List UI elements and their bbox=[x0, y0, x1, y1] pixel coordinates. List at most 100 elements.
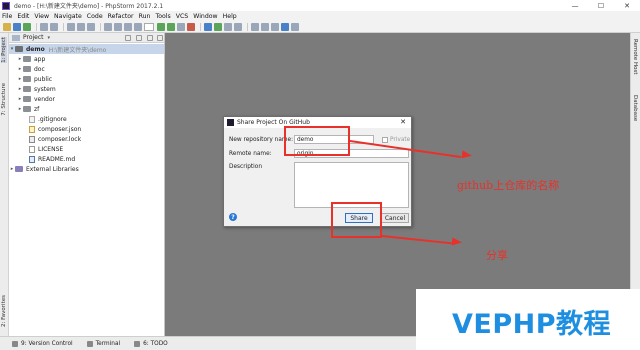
folder-label: vendor bbox=[34, 95, 55, 103]
cancel-button[interactable]: Cancel bbox=[381, 213, 409, 223]
toolbar-divider bbox=[100, 22, 101, 31]
sync-icon[interactable] bbox=[23, 22, 31, 31]
help-icon[interactable] bbox=[291, 22, 299, 31]
menu-refactor[interactable]: Refactor bbox=[108, 13, 134, 20]
terminal-tab[interactable]: Terminal bbox=[86, 340, 121, 347]
vcs-history-icon[interactable] bbox=[224, 22, 232, 31]
tree-external-libraries[interactable]: ▸ External Libraries bbox=[9, 164, 79, 174]
close-window-button[interactable]: ✕ bbox=[614, 0, 640, 11]
tree-folder-doc[interactable]: ▸ doc bbox=[17, 64, 45, 74]
maximize-button[interactable]: ☐ bbox=[588, 0, 614, 11]
tree-root[interactable]: ▾ demo H:\新建文件夹\demo bbox=[9, 44, 164, 54]
forward-arrow-icon[interactable] bbox=[50, 22, 58, 31]
vcs-revert-icon[interactable] bbox=[234, 22, 242, 31]
project-path: H:\新建文件夹\demo bbox=[48, 46, 107, 54]
menu-help[interactable]: Help bbox=[223, 13, 237, 20]
tab-remote-host[interactable]: Remote Host bbox=[632, 39, 638, 75]
folder-icon bbox=[23, 96, 31, 102]
phpstorm-logo-icon bbox=[227, 119, 234, 126]
tree-folder-vendor[interactable]: ▸ vendor bbox=[17, 94, 55, 104]
vcs-commit-icon[interactable] bbox=[214, 22, 222, 31]
settings-icon[interactable] bbox=[251, 22, 259, 31]
minimize-button[interactable]: — bbox=[562, 0, 588, 11]
open-folder-icon[interactable] bbox=[3, 22, 11, 31]
arrowhead-icon bbox=[461, 150, 473, 160]
description-label: Description bbox=[229, 164, 263, 170]
gear-icon[interactable] bbox=[147, 35, 153, 41]
debug-icon[interactable] bbox=[167, 22, 175, 31]
todo-tab[interactable]: 6: TODO bbox=[134, 340, 168, 347]
menu-code[interactable]: Code bbox=[87, 13, 103, 20]
menu-view[interactable]: View bbox=[34, 13, 49, 20]
toolbar-divider bbox=[247, 22, 248, 31]
help-icon[interactable]: ? bbox=[229, 213, 237, 221]
menu-window[interactable]: Window bbox=[193, 13, 217, 20]
file-icon bbox=[29, 115, 35, 123]
tree-file-license[interactable]: LICENSE bbox=[29, 144, 63, 154]
library-icon bbox=[15, 166, 23, 172]
menu-vcs[interactable]: VCS bbox=[176, 13, 188, 20]
menu-run[interactable]: Run bbox=[139, 13, 151, 20]
tab-favorites[interactable]: 2: Favorites bbox=[1, 295, 7, 327]
file-label: LICENSE bbox=[38, 145, 64, 153]
project-view-label[interactable]: Project bbox=[23, 34, 44, 41]
tree-folder-app[interactable]: ▸ app bbox=[17, 54, 46, 64]
tab-project[interactable]: 1: Project bbox=[1, 37, 7, 63]
file-label: composer.json bbox=[38, 125, 82, 133]
menu-navigate[interactable]: Navigate bbox=[54, 13, 82, 20]
sync-panel-icon[interactable] bbox=[125, 35, 131, 41]
tab-database[interactable]: Database bbox=[632, 95, 638, 121]
dialog-title: Share Project On GitHub bbox=[237, 119, 310, 126]
nav-forward-icon[interactable] bbox=[134, 22, 142, 31]
lock-file-icon bbox=[29, 135, 35, 143]
json-file-icon bbox=[29, 125, 35, 133]
coverage-icon[interactable] bbox=[177, 22, 185, 31]
back-arrow-icon[interactable] bbox=[40, 22, 48, 31]
chevron-down-icon[interactable]: ▾ bbox=[48, 35, 51, 41]
cut-icon[interactable] bbox=[67, 22, 75, 31]
run-icon[interactable] bbox=[157, 22, 165, 31]
menu-edit[interactable]: Edit bbox=[17, 13, 29, 20]
project-structure-icon[interactable] bbox=[261, 22, 269, 31]
tree-folder-system[interactable]: ▸ system bbox=[17, 84, 56, 94]
folder-icon bbox=[15, 46, 23, 52]
tree-file-gitignore[interactable]: .gitignore bbox=[29, 114, 67, 124]
tree-folder-public[interactable]: ▸ public bbox=[17, 74, 52, 84]
tree-file-composer-lock[interactable]: composer.lock bbox=[29, 134, 81, 144]
tree-folder-zf[interactable]: ▸ zf bbox=[17, 104, 40, 114]
paste-icon[interactable] bbox=[87, 22, 95, 31]
file-label: README.md bbox=[38, 155, 76, 163]
menu-tools[interactable]: Tools bbox=[155, 13, 170, 20]
folder-icon bbox=[23, 66, 31, 72]
tree-file-readme[interactable]: README.md bbox=[29, 154, 75, 164]
collapse-all-icon[interactable] bbox=[136, 35, 142, 41]
find-icon[interactable] bbox=[104, 22, 112, 31]
run-config-combo[interactable] bbox=[144, 22, 154, 31]
version-control-label: 9: Version Control bbox=[21, 340, 73, 347]
copy-icon[interactable] bbox=[77, 22, 85, 31]
folder-label: public bbox=[34, 75, 53, 83]
close-icon[interactable]: ✕ bbox=[400, 118, 406, 126]
version-control-tab[interactable]: 9: Version Control bbox=[12, 340, 73, 347]
file-label: .gitignore bbox=[38, 115, 67, 123]
version-control-icon bbox=[12, 340, 18, 347]
database-icon[interactable] bbox=[281, 22, 289, 31]
tree-file-composer-json[interactable]: composer.json bbox=[29, 124, 81, 134]
replace-icon[interactable] bbox=[114, 22, 122, 31]
toolbar-divider bbox=[63, 22, 64, 31]
save-all-icon[interactable] bbox=[13, 22, 21, 31]
menu-file[interactable]: File bbox=[2, 13, 12, 20]
toolbar-divider bbox=[200, 22, 201, 31]
terminal-label: Terminal bbox=[95, 340, 121, 347]
folder-icon bbox=[23, 86, 31, 92]
private-checkbox[interactable] bbox=[382, 137, 388, 143]
vcs-update-icon[interactable] bbox=[204, 22, 212, 31]
share-button-highlight bbox=[331, 202, 382, 238]
folder-label: system bbox=[34, 85, 56, 93]
nav-back-icon[interactable] bbox=[124, 22, 132, 31]
terminal-icon[interactable] bbox=[271, 22, 279, 31]
left-tool-strip: 1: Project 7: Structure 2: Favorites bbox=[0, 33, 9, 336]
hide-panel-icon[interactable] bbox=[157, 35, 163, 41]
stop-icon[interactable] bbox=[187, 22, 195, 31]
tab-structure[interactable]: 7: Structure bbox=[1, 83, 7, 116]
